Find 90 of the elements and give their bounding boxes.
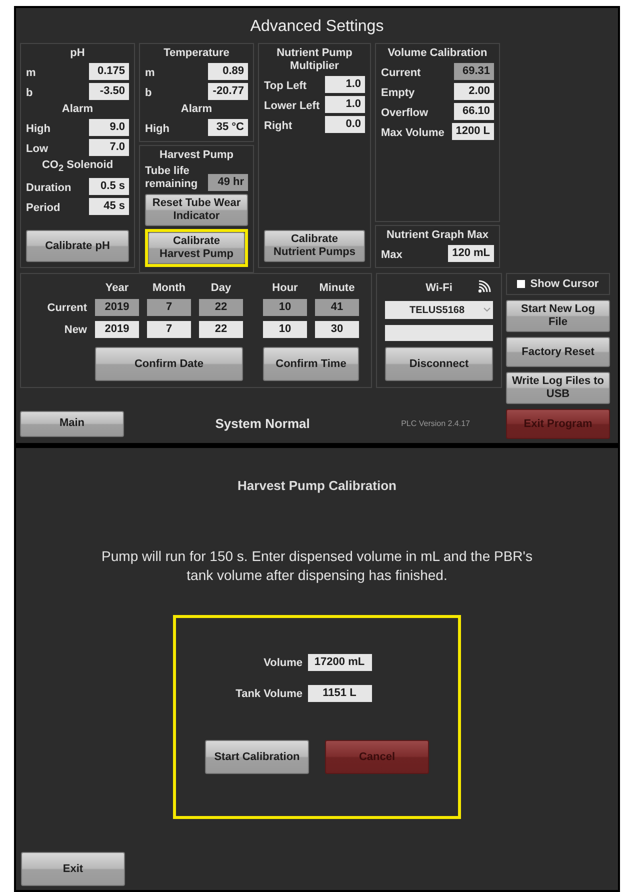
chevron-icon — [483, 307, 491, 314]
input-field[interactable]: 0.89 — [208, 63, 248, 80]
panel-title: Temperature — [162, 47, 230, 60]
input-field[interactable]: 0.5 s — [89, 178, 129, 196]
wifi-icon — [478, 280, 491, 293]
readout-field: 49 hr — [208, 174, 248, 191]
field-label: Right — [264, 120, 294, 133]
input-field[interactable]: 10 — [263, 321, 307, 338]
panel-title: Volume Calibration — [386, 47, 488, 60]
field-label: Max Volume — [381, 127, 446, 140]
field-label: Duration — [26, 182, 72, 196]
panel-title: pH — [69, 47, 86, 60]
readout-field: 41 — [315, 299, 359, 316]
screen-title: Advanced Settings — [249, 17, 385, 37]
input-field[interactable]: 17200 mL — [308, 654, 372, 671]
input-field[interactable]: 2019 — [95, 321, 139, 338]
field-label: m — [26, 67, 37, 80]
panel-title: Wi-Fi — [426, 282, 452, 294]
action-button[interactable]: Write Log Files to USB — [506, 372, 610, 404]
show-cursor-checkbox[interactable]: Show Cursor — [506, 273, 610, 295]
input-field[interactable]: 66.10 — [454, 103, 494, 120]
field-label: Period — [26, 202, 62, 216]
input-field[interactable]: 30 — [315, 321, 359, 338]
field-label: Lower Left — [264, 100, 321, 113]
field-label: b — [145, 87, 153, 100]
panel-title: Harvest Pump — [158, 149, 234, 162]
password-field[interactable] — [385, 324, 493, 341]
field-label: Tube life remaining — [145, 165, 199, 191]
input-field[interactable]: 9.0 — [89, 119, 129, 136]
panel-button[interactable]: Calibrate Harvest Pump — [148, 232, 245, 264]
disconnect-button[interactable]: Disconnect — [385, 347, 493, 381]
input-field[interactable]: -20.77 — [208, 83, 248, 100]
confirm-button[interactable]: Confirm Date — [95, 347, 243, 381]
input-field[interactable]: 1200 L — [452, 123, 494, 140]
panel-button[interactable]: Calibrate Nutrient Pumps — [264, 230, 365, 262]
column-header: Month — [152, 282, 186, 294]
input-field[interactable]: 1.0 — [325, 96, 365, 113]
input-field[interactable]: 1151 L — [308, 685, 372, 702]
readout-field: 7 — [147, 299, 191, 316]
input-field[interactable]: 7.0 — [89, 139, 129, 156]
field-label: m — [145, 67, 156, 80]
action-button[interactable]: Factory Reset — [506, 337, 610, 367]
field-label: Tank Volume — [234, 688, 302, 700]
input-field[interactable]: 2.00 — [454, 83, 494, 100]
panel-title: Nutrient Pump Multiplier — [276, 47, 354, 73]
field-label: Top Left — [264, 80, 308, 93]
section-heading: Alarm — [180, 103, 214, 116]
readout-field: 2019 — [95, 299, 139, 316]
column-header: Minute — [318, 282, 356, 294]
action-button[interactable]: Start New Log File — [506, 300, 610, 332]
field-label: Current — [381, 67, 422, 80]
input-field[interactable]: 1.0 — [325, 76, 365, 93]
start-button[interactable]: Start Calibration — [205, 740, 309, 774]
readout-field: 69.31 — [454, 63, 494, 80]
panel-button[interactable]: Calibrate pH — [26, 230, 129, 262]
section-heading: Alarm — [60, 103, 94, 116]
panel-title: Nutrient Graph Max — [385, 229, 490, 242]
field-label: Volume — [262, 656, 302, 668]
row-label: New — [63, 324, 87, 336]
exit-button[interactable]: Exit — [21, 852, 125, 886]
input-field[interactable]: 0.175 — [89, 63, 129, 80]
network-dropdown[interactable]: TELUS5168 — [385, 301, 493, 319]
input-field[interactable]: 0.0 — [325, 116, 365, 133]
field-label: b — [26, 87, 34, 100]
column-header: Hour — [271, 282, 299, 294]
readout-field: 22 — [199, 299, 243, 316]
instruction-text: Pump will run for 150 s. Enter dispensed volume in mL and the PBR's tank volume after dispensing has finished. — [100, 547, 534, 585]
section-heading: CO$_{2}$ Solenoid — [40, 159, 114, 176]
panel-button[interactable]: Reset Tube Wear Indicator — [145, 194, 248, 226]
field-label: High — [145, 123, 170, 136]
field-label: Max — [381, 249, 404, 262]
main-button[interactable]: Main — [20, 410, 124, 436]
column-header: Day — [210, 282, 232, 294]
status-text: System Normal — [214, 416, 311, 431]
screen-title: Harvest Pump Calibration — [238, 478, 396, 493]
input-field[interactable]: 35 °C — [208, 119, 248, 136]
field-label: Overflow — [381, 107, 430, 120]
input-field[interactable]: 120 mL — [448, 245, 494, 262]
input-field[interactable]: -3.50 — [89, 83, 129, 100]
row-label: Current — [46, 302, 87, 314]
field-label: Empty — [381, 87, 416, 100]
input-field[interactable]: 22 — [199, 321, 243, 338]
version-text: PLC Version 2.4.17 — [401, 419, 470, 428]
readout-field: 10 — [263, 299, 307, 316]
input-field[interactable]: 45 s — [89, 198, 129, 216]
confirm-button[interactable]: Confirm Time — [263, 347, 359, 381]
column-header: Year — [104, 282, 130, 294]
input-field[interactable]: 7 — [147, 321, 191, 338]
field-label: High — [26, 123, 52, 136]
field-label: Low — [26, 143, 49, 156]
